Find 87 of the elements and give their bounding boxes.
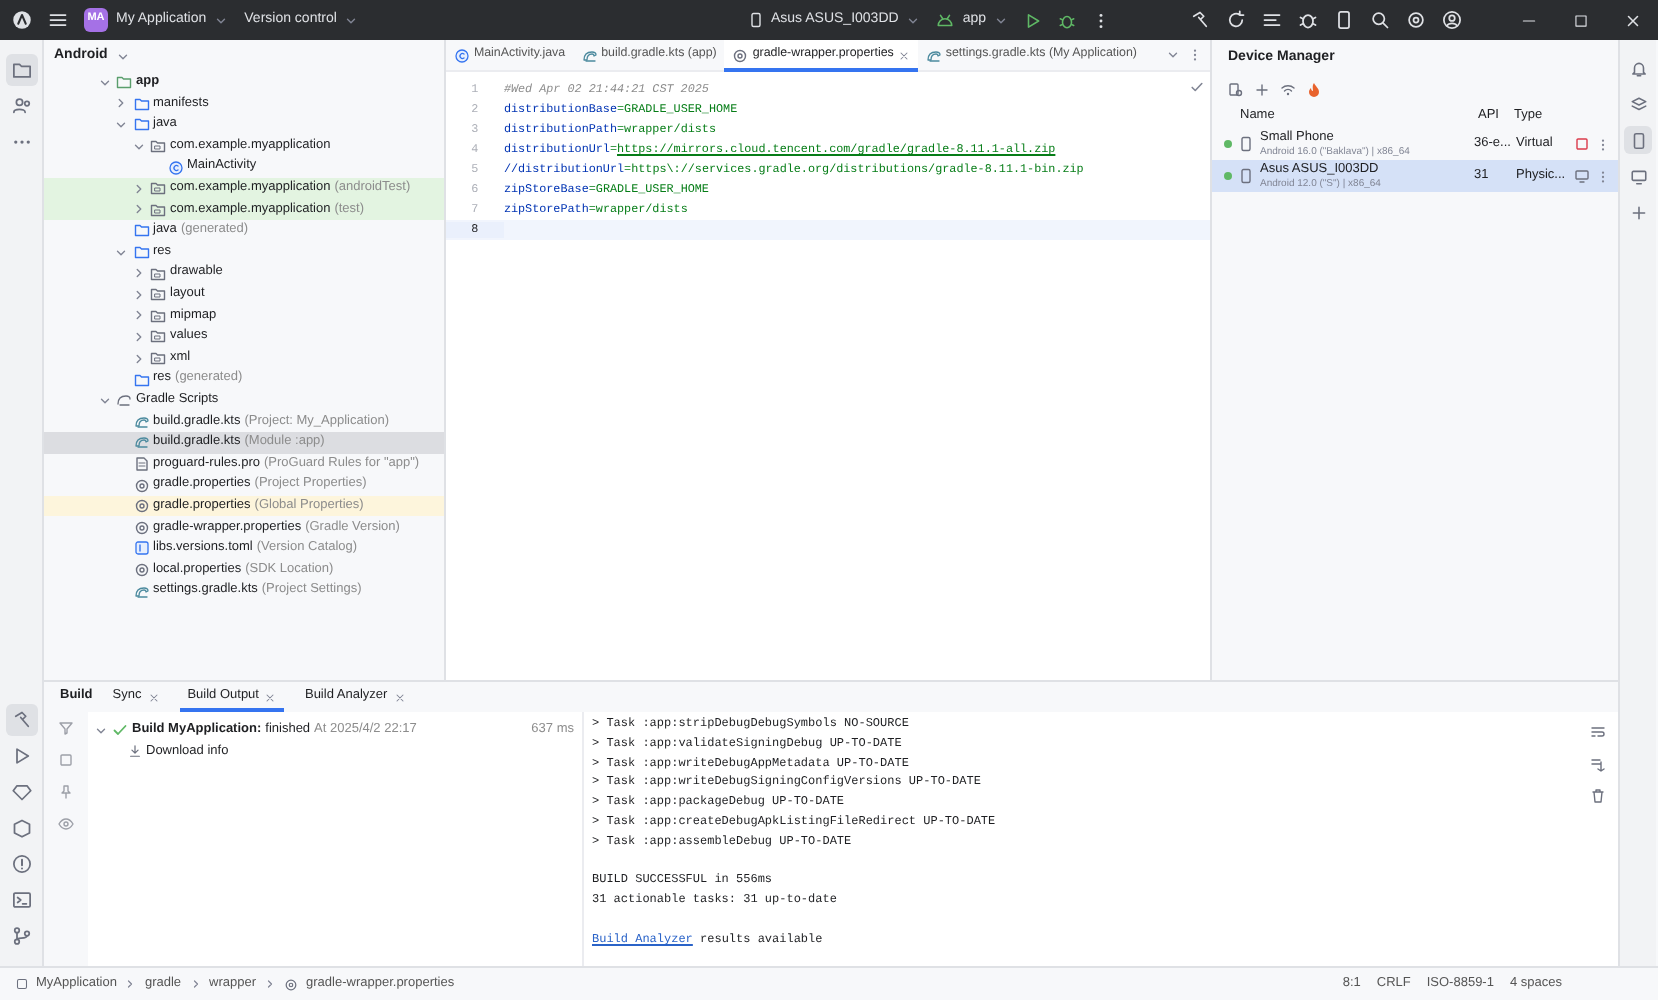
box-icon[interactable] bbox=[11, 818, 31, 838]
search-icon[interactable] bbox=[1370, 10, 1390, 30]
device-search-icon[interactable] bbox=[1228, 82, 1244, 98]
chevron-right-icon[interactable] bbox=[131, 266, 145, 281]
chevron-right-icon[interactable] bbox=[131, 351, 145, 366]
pin-icon[interactable] bbox=[58, 784, 74, 800]
chevron-right-icon[interactable] bbox=[131, 181, 145, 196]
bell-icon[interactable] bbox=[1629, 59, 1647, 77]
people-icon[interactable] bbox=[11, 96, 31, 116]
chevron-right-icon[interactable] bbox=[131, 287, 145, 302]
download-icon bbox=[128, 744, 142, 759]
device-icon[interactable] bbox=[1334, 10, 1354, 30]
class-icon bbox=[167, 159, 183, 176]
caret-icon bbox=[906, 13, 921, 27]
file-icon bbox=[133, 540, 149, 557]
chevron-right-icon[interactable] bbox=[131, 308, 145, 323]
caret-icon bbox=[115, 49, 130, 63]
window-icon bbox=[16, 978, 28, 990]
wrap-icon[interactable] bbox=[1590, 724, 1606, 740]
chevron-down-icon[interactable] bbox=[97, 393, 111, 408]
package-icon bbox=[150, 201, 166, 218]
check-icon bbox=[1190, 80, 1204, 94]
package-icon bbox=[150, 138, 166, 155]
chevron-down-icon[interactable] bbox=[97, 75, 111, 90]
flame-icon[interactable] bbox=[1306, 82, 1322, 98]
stop-icon[interactable] bbox=[1574, 136, 1590, 152]
list-icon[interactable] bbox=[1262, 10, 1282, 30]
folder-icon[interactable] bbox=[11, 60, 31, 80]
refresh-icon[interactable] bbox=[1226, 10, 1246, 30]
bug-icon[interactable] bbox=[1058, 11, 1076, 29]
plus-icon[interactable] bbox=[1629, 203, 1647, 221]
script-file-icon bbox=[925, 47, 942, 63]
package-icon bbox=[150, 307, 166, 324]
module-folder-icon bbox=[116, 74, 132, 91]
user-icon[interactable] bbox=[1442, 10, 1462, 30]
android-icon bbox=[936, 11, 955, 29]
chevron-right-icon bbox=[189, 978, 202, 990]
plus-icon[interactable] bbox=[1254, 82, 1270, 98]
package-icon bbox=[150, 265, 166, 282]
script-folder-icon bbox=[116, 392, 132, 409]
package-icon bbox=[150, 350, 166, 367]
package-icon bbox=[150, 180, 166, 197]
gear-icon bbox=[284, 977, 299, 991]
bug-icon[interactable] bbox=[1298, 10, 1318, 30]
trash-icon[interactable] bbox=[1590, 788, 1606, 804]
chevron-right-icon bbox=[264, 978, 277, 990]
filter-icon[interactable] bbox=[58, 720, 74, 736]
play-icon[interactable] bbox=[11, 746, 31, 766]
file-icon bbox=[133, 455, 149, 472]
chevron-right-icon[interactable] bbox=[131, 329, 145, 344]
phone-icon bbox=[747, 12, 763, 28]
gear-icon[interactable] bbox=[1406, 10, 1426, 30]
caret-icon bbox=[994, 13, 1008, 27]
package-icon bbox=[150, 328, 166, 345]
info-icon[interactable] bbox=[11, 854, 31, 874]
mirror-icon[interactable] bbox=[1574, 168, 1590, 184]
terminal-icon[interactable] bbox=[11, 890, 31, 910]
caret-icon bbox=[214, 13, 229, 27]
caret-icon bbox=[344, 13, 359, 27]
gear-icon bbox=[133, 561, 149, 578]
diamond-icon[interactable] bbox=[11, 782, 31, 802]
script-file-icon bbox=[133, 413, 149, 430]
script-file-icon bbox=[133, 583, 149, 600]
chevron-down-icon[interactable] bbox=[114, 117, 128, 132]
menu-icon[interactable] bbox=[48, 10, 68, 30]
script-file-icon bbox=[133, 434, 149, 451]
script-file-icon bbox=[581, 47, 598, 63]
play-icon[interactable] bbox=[1024, 11, 1042, 29]
package-icon bbox=[150, 286, 166, 303]
chevron-right-icon bbox=[124, 978, 137, 990]
chevron-down-icon[interactable] bbox=[1166, 48, 1180, 62]
scroll-end-icon[interactable] bbox=[1590, 756, 1606, 772]
wifi-icon[interactable] bbox=[1280, 82, 1296, 98]
folder-icon bbox=[133, 371, 149, 388]
chevron-right-icon[interactable] bbox=[131, 202, 145, 217]
chevron-down-icon[interactable] bbox=[93, 723, 107, 738]
chevron-right-icon[interactable] bbox=[114, 96, 128, 111]
eye-icon[interactable] bbox=[58, 816, 74, 832]
stop-icon[interactable] bbox=[58, 752, 74, 768]
layers-icon[interactable] bbox=[1629, 95, 1647, 113]
maximize-icon[interactable] bbox=[1571, 11, 1589, 29]
chevron-down-icon[interactable] bbox=[131, 139, 145, 154]
gear-icon bbox=[732, 47, 749, 63]
chevron-down-icon[interactable] bbox=[114, 245, 128, 260]
class-icon bbox=[453, 47, 470, 63]
branch-icon[interactable] bbox=[11, 926, 31, 946]
logo-icon[interactable] bbox=[12, 10, 32, 30]
